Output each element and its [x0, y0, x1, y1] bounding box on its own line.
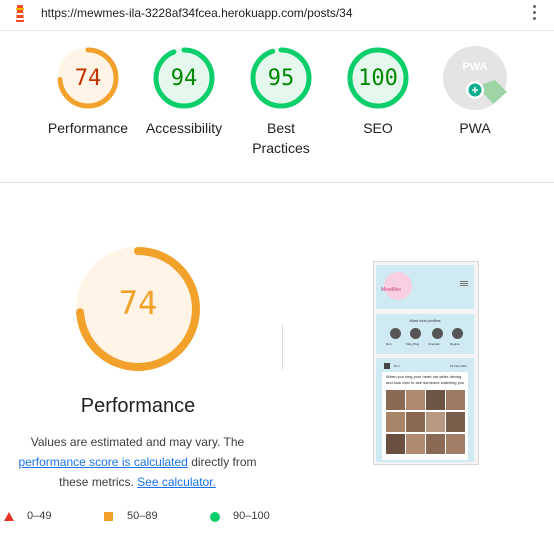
profiles-title: Most viral profiles	[409, 318, 441, 323]
gauge-score: 100	[358, 66, 398, 91]
gauge-score: 94	[170, 66, 198, 91]
gauge-performance[interactable]: 74 Performance	[38, 46, 138, 138]
post-image	[446, 390, 465, 410]
triangle-icon	[4, 512, 14, 521]
gauge-label: SEO	[363, 120, 393, 136]
gauge-label: Best Practices	[252, 120, 310, 156]
gauge-label: Accessibility	[145, 120, 223, 136]
hamburger-icon	[460, 281, 468, 282]
profile-name: Chandler	[428, 342, 441, 346]
performance-score: 74	[118, 284, 158, 322]
svg-text:PWA: PWA	[462, 61, 487, 73]
post-user: Ron	[394, 364, 400, 368]
post-image	[406, 434, 425, 454]
post-image	[386, 390, 405, 410]
gauge-score: 74	[74, 66, 102, 91]
screenshot-header: MewMes	[376, 265, 474, 309]
avatar	[452, 328, 463, 339]
square-icon	[104, 512, 113, 521]
gauge-label: Performance	[47, 120, 129, 136]
logo	[384, 272, 412, 300]
legend-label: 50–89	[127, 510, 158, 522]
score-calculated-link[interactable]: performance score is calculated	[18, 455, 187, 469]
performance-description: Values are estimated and may vary. The p…	[10, 432, 265, 492]
avatar	[384, 363, 390, 369]
avatar	[390, 328, 401, 339]
section-divider	[0, 182, 554, 183]
profiles-panel: Most viral profiles Ron Mila_Blog Chandl…	[376, 314, 474, 354]
avatar	[432, 328, 443, 339]
avatar	[410, 328, 421, 339]
lighthouse-icon	[12, 4, 28, 29]
description-text: Values are estimated and may vary. The	[30, 435, 245, 449]
vertical-divider	[282, 325, 283, 370]
gauge-best-practices[interactable]: 95 Best Practices	[231, 46, 331, 158]
url-text[interactable]: https://mewmes-ila-3228af34fcea.herokuap…	[41, 6, 353, 20]
legend-label: 0–49	[27, 510, 52, 522]
gauge-seo[interactable]: 100 SEO	[328, 46, 428, 138]
circle-icon	[210, 512, 220, 522]
post-card: When you sing your heart out while drivi…	[382, 372, 468, 460]
post-image	[426, 390, 445, 410]
see-calculator-link[interactable]: See calculator.	[137, 475, 216, 489]
final-screenshot[interactable]: MewMes Most viral profiles Ron Mila_Blog…	[373, 261, 479, 465]
post-image	[426, 412, 445, 432]
gauge-score: 95	[267, 66, 295, 91]
gauge-accessibility[interactable]: 94 Accessibility	[134, 46, 234, 138]
post-image	[406, 390, 425, 410]
post-image	[386, 412, 405, 432]
post-date: 04 Feb 2024	[450, 364, 467, 368]
more-options-icon[interactable]	[533, 5, 537, 23]
post-image	[446, 434, 465, 454]
summary-gauges: 74 Performance 94 Accessibility 95 Best …	[0, 46, 554, 166]
logo-text: MewMes	[381, 287, 402, 293]
legend-label: 90–100	[233, 510, 270, 522]
post-image	[406, 412, 425, 432]
performance-title: Performance	[80, 395, 196, 417]
post-image	[446, 412, 465, 432]
post-panel: Ron 04 Feb 2024 When you sing your heart…	[376, 358, 474, 462]
profile-name: Mila_Blog	[406, 342, 420, 346]
score-legend: 0–49 50–89 90–100	[0, 509, 554, 529]
post-caption: When you sing your heart out while drivi…	[386, 374, 465, 385]
post-image	[426, 434, 445, 454]
gauge-label: PWA	[459, 120, 491, 136]
post-image	[386, 434, 405, 454]
profile-name: Regina	[450, 342, 460, 346]
browser-bar: https://mewmes-ila-3228af34fcea.herokuap…	[0, 0, 554, 31]
profile-name: Ron	[386, 342, 392, 346]
gauge-pwa[interactable]: PWA PWA	[425, 46, 525, 138]
pwa-badge-icon: PWA	[443, 46, 507, 110]
